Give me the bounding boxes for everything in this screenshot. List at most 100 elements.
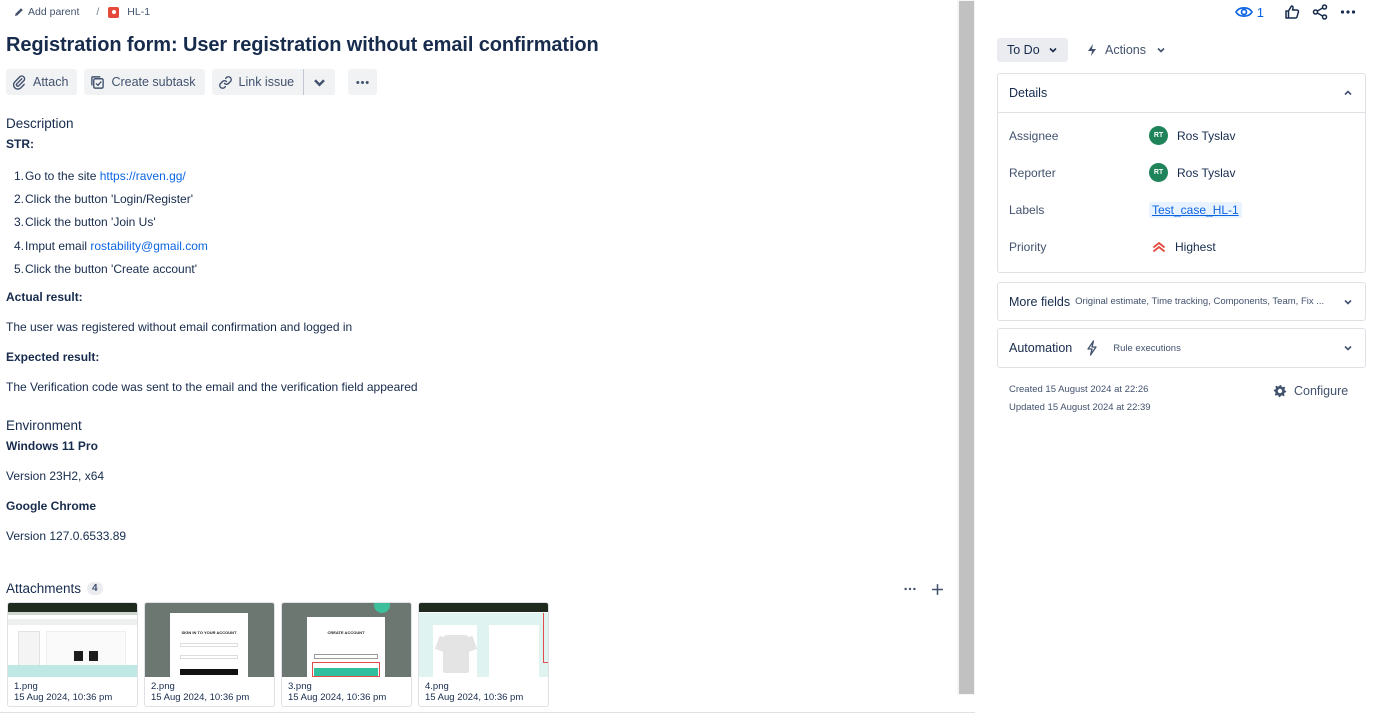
more-icon[interactable] <box>1340 4 1356 20</box>
issue-key-link[interactable]: HL-1 <box>108 6 150 18</box>
attachment-name: 3.png <box>288 681 312 692</box>
create-subtask-button[interactable]: Create subtask <box>84 69 205 95</box>
attachment-card[interactable]: 1.png 15 Aug 2024, 10:36 pm <box>7 602 138 707</box>
assignee-name: Ros Tyslav <box>1177 128 1236 143</box>
expected-result-text: The Verification code was sent to the em… <box>6 380 418 394</box>
add-icon[interactable] <box>931 583 944 596</box>
issue-top-actions: 1 <box>1234 3 1356 21</box>
reporter-value[interactable]: RT Ros Tyslav <box>1149 163 1235 182</box>
vertical-scrollbar[interactable] <box>957 0 975 695</box>
add-parent-label: Add parent <box>28 6 80 18</box>
list-item: 2. Click the button 'Login/Register' <box>14 191 194 206</box>
issue-toolbar: Attach Create subtask Link issue <box>6 69 384 95</box>
attach-button[interactable]: Attach <box>6 69 78 95</box>
chevron-down-icon <box>1344 299 1352 305</box>
steps-list: 1. Go to the site https://raven.gg/ 2. Cli… <box>14 164 208 280</box>
attachment-card[interactable]: 4.png 15 Aug 2024, 10:36 pm <box>418 602 549 707</box>
link-issue-dropdown[interactable] <box>303 69 336 95</box>
list-item: 3. Click the button 'Join Us' <box>14 215 156 230</box>
list-item: 4. Imput email rostability@gmail.com <box>14 238 208 253</box>
str-label: STR: <box>6 137 34 151</box>
more-fields-panel[interactable]: More fields Original estimate, Time trac… <box>997 282 1366 321</box>
issue-title[interactable]: Registration form: User registration wit… <box>6 34 599 57</box>
os-name: Windows 11 Pro <box>6 439 98 453</box>
attachment-name: 2.png <box>151 681 175 692</box>
thumb-text: CREATE ACCOUNT <box>327 630 365 635</box>
paperclip-icon <box>12 74 26 90</box>
watchers-count: 1 <box>1256 4 1264 20</box>
assignee-value[interactable]: RT Ros Tyslav <box>1149 126 1235 145</box>
avatar: RT <box>1149 126 1168 145</box>
updated-date: Updated 15 August 2024 at 22:39 <box>1009 402 1151 413</box>
attach-label: Attach <box>33 75 69 89</box>
list-item: 1. Go to the site https://raven.gg/ <box>14 168 186 183</box>
attachment-date: 15 Aug 2024, 10:36 pm <box>425 692 524 703</box>
attachments-count: 4 <box>87 582 103 595</box>
details-panel: Details Assignee RT Ros Tyslav Reporter … <box>997 73 1366 273</box>
pencil-icon <box>15 8 23 16</box>
attachment-card[interactable]: CREATE ACCOUNT 3.png 15 Aug 2024, 10:36 p… <box>281 602 412 707</box>
chevron-down-icon <box>1157 47 1165 53</box>
attachment-date: 15 Aug 2024, 10:36 pm <box>151 692 250 703</box>
attachment-date: 15 Aug 2024, 10:36 pm <box>288 692 387 703</box>
automation-panel[interactable]: Automation Rule executions <box>997 328 1366 368</box>
configure-button[interactable]: Configure <box>1273 384 1348 398</box>
details-heading: Details <box>1009 86 1048 100</box>
reporter-name: Ros Tyslav <box>1177 165 1236 180</box>
attachment-thumbnail <box>8 603 137 677</box>
email-link[interactable]: rostability@gmail.com <box>90 239 208 253</box>
status-label: To Do <box>1007 43 1040 57</box>
list-item: 5. Click the button 'Create account' <box>14 261 198 276</box>
created-date: Created 15 August 2024 at 22:26 <box>1009 384 1149 395</box>
bug-icon <box>108 6 120 18</box>
attachment-name: 1.png <box>14 681 38 692</box>
lightning-icon <box>1087 340 1097 356</box>
attachments-actions <box>903 582 944 596</box>
priority-name: Highest <box>1175 239 1216 254</box>
link-issue-label: Link issue <box>238 75 295 89</box>
site-link[interactable]: https://raven.gg/ <box>100 169 186 183</box>
link-icon <box>218 75 232 89</box>
status-dropdown[interactable]: To Do <box>997 38 1068 62</box>
chevron-down-icon <box>1049 47 1057 53</box>
actions-label: Actions <box>1105 43 1146 57</box>
gear-icon <box>1273 385 1287 398</box>
details-header[interactable]: Details <box>998 74 1365 112</box>
attachment-thumbnail: CREATE ACCOUNT <box>282 603 411 677</box>
issue-main: Add parent / HL-1 Registration form: Use… <box>0 0 955 713</box>
browser-version: Version 127.0.6533.89 <box>6 529 127 543</box>
thumbs-up-icon[interactable] <box>1284 4 1300 20</box>
chevron-down-icon <box>314 78 325 86</box>
attachment-thumbnail: SIGN IN TO YOUR ACCOUNT <box>145 603 274 677</box>
automation-label: Automation <box>1009 341 1073 355</box>
create-subtask-label: Create subtask <box>111 75 196 89</box>
priority-row: Priority Highest <box>998 228 1365 265</box>
eye-icon <box>1234 7 1253 17</box>
scrollbar-thumb[interactable] <box>959 1 974 694</box>
watch-button[interactable]: 1 <box>1234 4 1264 20</box>
actual-result-label: Actual result: <box>6 290 83 304</box>
more-icon[interactable] <box>903 582 917 596</box>
more-icon <box>356 80 369 84</box>
reporter-label: Reporter <box>1009 165 1056 180</box>
attachment-name: 4.png <box>425 681 449 692</box>
rule-executions-link[interactable]: Rule executions <box>1113 343 1181 354</box>
attachment-thumbnail <box>419 603 548 677</box>
breadcrumb: Add parent / HL-1 <box>14 5 150 19</box>
add-parent-link[interactable]: Add parent <box>14 6 79 18</box>
share-icon[interactable] <box>1312 4 1328 20</box>
link-issue-button[interactable]: Link issue <box>211 69 304 95</box>
priority-value[interactable]: Highest <box>1149 240 1216 254</box>
priority-label: Priority <box>1009 239 1047 254</box>
chevron-down-icon <box>1344 345 1352 351</box>
attachment-card[interactable]: SIGN IN TO YOUR ACCOUNT 2.png 15 Aug 2024… <box>144 602 275 707</box>
label-tag[interactable]: Test_case_HL-1 <box>1149 201 1242 218</box>
attachments-title: Attachments <box>6 581 82 596</box>
lightning-icon <box>1088 44 1096 56</box>
os-version: Version 23H2, x64 <box>6 469 105 483</box>
subtask-icon <box>91 75 105 89</box>
reporter-row: Reporter RT Ros Tyslav <box>998 154 1365 191</box>
labels-row: Labels Test_case_HL-1 <box>998 191 1365 228</box>
actions-button[interactable]: Actions <box>1085 38 1166 62</box>
more-actions-button[interactable] <box>348 69 378 95</box>
